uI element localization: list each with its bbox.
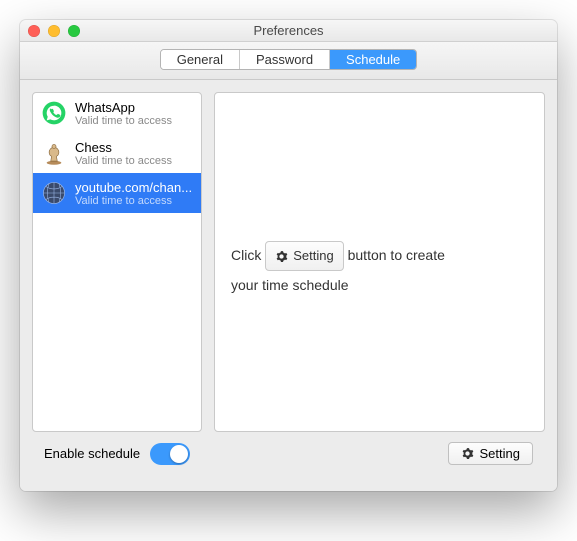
app-list-pane: WhatsApp Valid time to access Chess Vali…: [32, 92, 202, 432]
list-item[interactable]: WhatsApp Valid time to access: [33, 93, 201, 133]
enable-schedule-label: Enable schedule: [44, 446, 140, 461]
panes: WhatsApp Valid time to access Chess Vali…: [32, 92, 545, 432]
detail-pane: Click Setting button to create your time…: [214, 92, 545, 432]
app-list: WhatsApp Valid time to access Chess Vali…: [33, 93, 201, 213]
list-item-sub: Valid time to access: [75, 195, 192, 207]
chess-icon: [41, 140, 67, 166]
tab-bar: General Password Schedule: [160, 49, 418, 70]
gear-icon: [461, 447, 474, 460]
preferences-window: Preferences General Password Schedule Wh…: [20, 20, 557, 491]
footer-bar: Enable schedule Setting: [32, 432, 545, 479]
instruction-pre: Click: [231, 247, 261, 263]
list-item-name: Chess: [75, 140, 172, 155]
gear-icon: [275, 250, 288, 263]
list-item-sub: Valid time to access: [75, 115, 172, 127]
instruction-text: Click Setting button to create your time…: [231, 241, 528, 299]
setting-button[interactable]: Setting: [448, 442, 533, 465]
content-area: WhatsApp Valid time to access Chess Vali…: [20, 80, 557, 491]
inline-setting-label: Setting: [293, 243, 333, 269]
globe-icon: [41, 180, 67, 206]
list-item[interactable]: Chess Valid time to access: [33, 133, 201, 173]
instruction-line2: your time schedule: [231, 277, 349, 293]
list-item-sub: Valid time to access: [75, 155, 172, 167]
minimize-icon[interactable]: [48, 25, 60, 37]
inline-setting-button: Setting: [265, 241, 343, 271]
close-icon[interactable]: [28, 25, 40, 37]
list-item-name: WhatsApp: [75, 100, 172, 115]
tab-password[interactable]: Password: [240, 50, 330, 69]
tab-schedule[interactable]: Schedule: [330, 50, 416, 69]
instruction-post: button to create: [348, 247, 445, 263]
zoom-icon[interactable]: [68, 25, 80, 37]
enable-schedule-toggle[interactable]: [150, 443, 190, 465]
titlebar: Preferences: [20, 20, 557, 42]
tab-general[interactable]: General: [161, 50, 240, 69]
list-item[interactable]: youtube.com/chan... Valid time to access: [33, 173, 201, 213]
whatsapp-icon: [41, 100, 67, 126]
list-item-name: youtube.com/chan...: [75, 180, 192, 195]
window-title: Preferences: [20, 23, 557, 38]
toolbar: General Password Schedule: [20, 42, 557, 80]
window-controls: [28, 25, 80, 37]
toggle-knob: [170, 445, 188, 463]
setting-button-label: Setting: [480, 446, 520, 461]
